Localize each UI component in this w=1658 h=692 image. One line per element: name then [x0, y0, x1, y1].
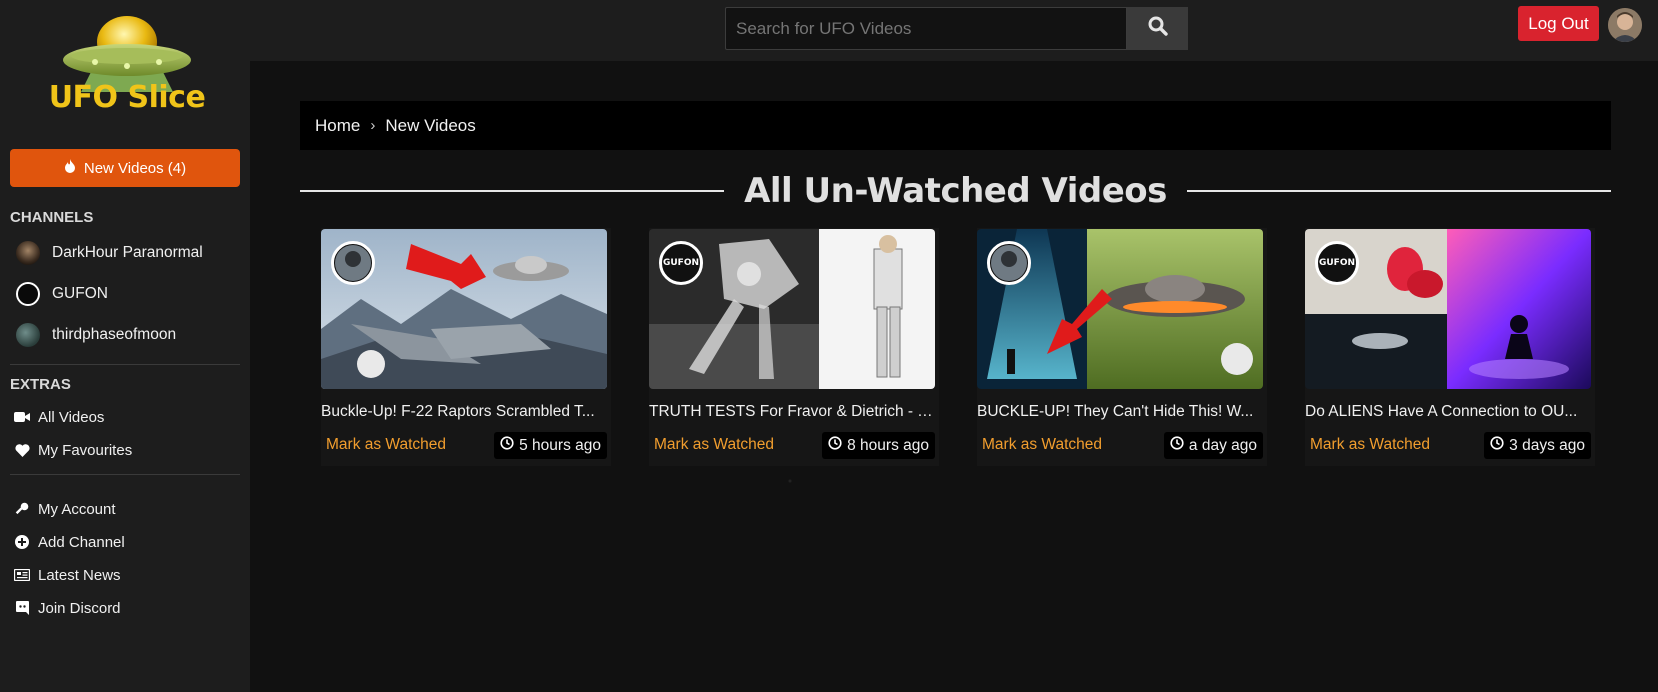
mark-watched-button[interactable]: Mark as Watched: [1310, 436, 1430, 454]
sidebar-item-label: All Videos: [38, 408, 105, 426]
search-button[interactable]: [1127, 7, 1188, 50]
clock-icon: [500, 436, 514, 455]
sidebar-channel-label: thirdphaseofmoon: [52, 326, 177, 343]
video-title[interactable]: Do ALIENS Have A Connection to OU...: [1305, 403, 1591, 421]
sidebar-item-join-discord[interactable]: Join Discord: [14, 597, 121, 619]
time-label: 3 days ago: [1509, 436, 1585, 454]
sidebar-item-label: Join Discord: [38, 599, 121, 617]
fire-icon: [64, 159, 76, 177]
channels-heading: CHANNELS: [10, 209, 94, 226]
new-videos-label: New Videos (4): [83, 159, 187, 177]
breadcrumb-home[interactable]: Home: [315, 116, 360, 136]
sidebar-channel-gufon[interactable]: GUFON: [16, 280, 108, 308]
clock-icon: [1490, 436, 1504, 455]
new-videos-button[interactable]: New Videos (4): [10, 149, 240, 187]
time-label: 5 hours ago: [519, 436, 601, 454]
heart-icon: [14, 442, 30, 458]
sidebar-item-add-channel[interactable]: Add Channel: [14, 531, 125, 553]
sidebar-divider: [10, 474, 240, 475]
title-rule-left: [300, 190, 725, 192]
sidebar-channel-label: GUFON: [52, 285, 108, 302]
video-thumbnail[interactable]: [321, 229, 607, 389]
discord-icon: [14, 600, 30, 616]
channel-avatar: [16, 282, 40, 306]
channel-badge-icon: [987, 241, 1031, 285]
mark-watched-button[interactable]: Mark as Watched: [982, 436, 1102, 454]
video-card[interactable]: BUCKLE-UP! They Can't Hide This! W... Ma…: [977, 228, 1267, 466]
sidebar-item-my-favourites[interactable]: My Favourites: [14, 439, 132, 461]
search-input[interactable]: [725, 7, 1127, 50]
video-thumbnail[interactable]: GUFON: [1305, 229, 1591, 389]
sidebar-channel-label: DarkHour Paranormal: [52, 244, 203, 261]
channel-badge-icon: GUFON: [659, 241, 703, 285]
key-icon: [14, 501, 30, 517]
time-badge: 5 hours ago: [494, 432, 607, 459]
user-avatar[interactable]: [1608, 8, 1642, 42]
breadcrumb-current: New Videos: [385, 115, 476, 135]
breadcrumb: Home › New Videos: [300, 101, 1611, 150]
video-thumbnail[interactable]: [977, 229, 1263, 389]
sidebar: UFO Slice New Videos (4) CHANNELS DarkHo…: [0, 0, 250, 692]
sidebar-item-latest-news[interactable]: Latest News: [14, 564, 121, 586]
time-label: a day ago: [1188, 436, 1257, 454]
brand-name: UFO Slice: [48, 80, 206, 115]
time-badge: 8 hours ago: [822, 432, 935, 459]
sidebar-item-label: My Favourites: [38, 441, 133, 459]
mark-watched-button[interactable]: Mark as Watched: [654, 436, 774, 454]
sidebar-channel-thirdphaseofmoon[interactable]: thirdphaseofmoon: [16, 321, 176, 349]
time-badge: 3 days ago: [1484, 432, 1591, 459]
time-label: 8 hours ago: [847, 436, 929, 454]
breadcrumb-separator-icon: ›: [370, 117, 376, 134]
title-rule-right: [1186, 190, 1611, 192]
logout-button[interactable]: Log Out: [1518, 6, 1599, 41]
video-thumbnail[interactable]: GUFON: [649, 229, 935, 389]
video-title[interactable]: TRUTH TESTS For Fravor & Dietrich - T...: [649, 403, 935, 421]
clock-icon: [1170, 436, 1184, 455]
newspaper-icon: [14, 567, 30, 583]
video-title[interactable]: BUCKLE-UP! They Can't Hide This! W...: [977, 403, 1263, 421]
sidebar-divider: [10, 364, 240, 365]
mark-watched-button[interactable]: Mark as Watched: [326, 436, 446, 454]
plus-circle-icon: [14, 534, 30, 550]
video-card[interactable]: Buckle-Up! F-22 Raptors Scrambled T... M…: [321, 228, 611, 466]
search-icon: [1148, 16, 1168, 41]
sidebar-item-all-videos[interactable]: All Videos: [14, 406, 104, 428]
video-title[interactable]: Buckle-Up! F-22 Raptors Scrambled T...: [321, 403, 607, 421]
section-title-bar: All Un-Watched Videos: [300, 166, 1611, 216]
video-card[interactable]: GUFON Do ALIENS Have A Connection to OU.…: [1305, 228, 1595, 466]
channel-avatar: [16, 323, 40, 347]
sidebar-item-label: My Account: [38, 500, 116, 518]
sidebar-channel-darkhour-paranormal[interactable]: DarkHour Paranormal: [16, 239, 203, 267]
channel-badge-icon: [331, 241, 375, 285]
channel-badge-icon: GUFON: [1315, 241, 1359, 285]
clock-icon: [828, 436, 842, 455]
channel-avatar: [16, 241, 40, 265]
sidebar-item-label: Latest News: [38, 566, 121, 584]
video-card[interactable]: GUFON TRUTH TESTS For Fravor & Dietrich …: [649, 228, 939, 466]
sidebar-item-label: Add Channel: [38, 533, 125, 551]
page-title: All Un-Watched Videos: [744, 171, 1167, 211]
sidebar-item-my-account[interactable]: My Account: [14, 498, 116, 520]
time-badge: a day ago: [1163, 432, 1263, 459]
extras-heading: EXTRAS: [10, 376, 71, 393]
video-camera-icon: [14, 409, 30, 425]
